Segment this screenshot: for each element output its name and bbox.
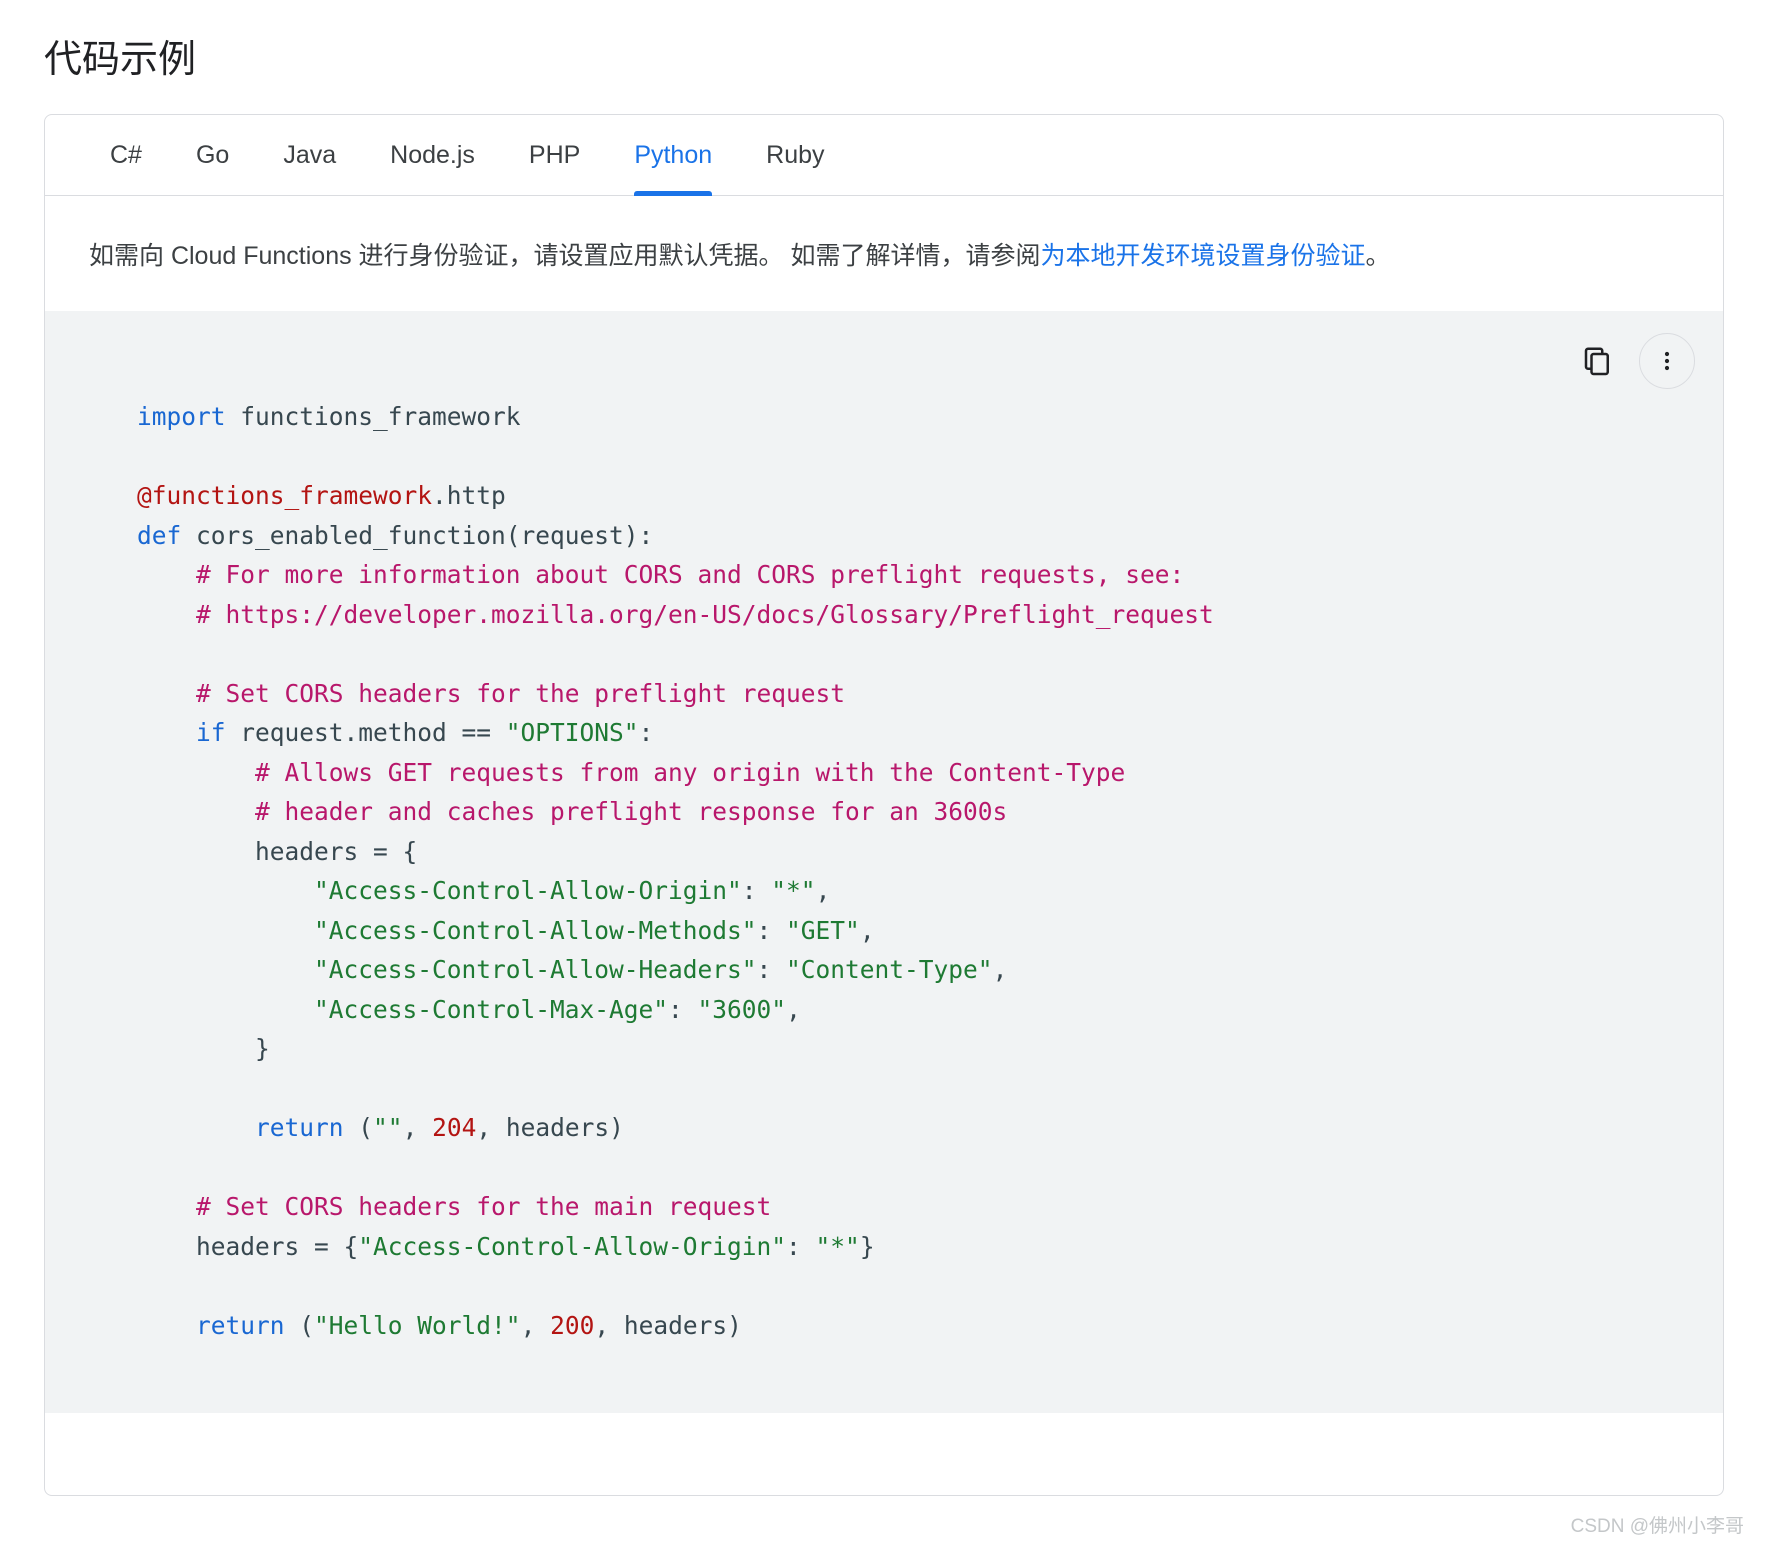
code-actions	[1569, 333, 1695, 389]
code-token: functions_framework	[225, 402, 521, 431]
code-token: request.method ==	[225, 718, 506, 747]
code-token: return	[255, 1113, 344, 1142]
tab-ruby[interactable]: Ruby	[739, 115, 851, 196]
language-tabs: C# Go Java Node.js PHP Python Ruby	[45, 115, 1723, 196]
code-token: ,	[859, 915, 875, 945]
code-token: # Set CORS headers for the main request	[137, 1192, 772, 1221]
code-token: "Access-Control-Max-Age"	[314, 994, 669, 1024]
page-title: 代码示例	[44, 39, 197, 82]
code-token: , headers)	[594, 1310, 742, 1340]
auth-description: 如需向 Cloud Functions 进行身份验证，请设置应用默认凭据。 如需…	[45, 196, 1723, 311]
code-token: "Access-Control-Allow-Headers"	[314, 955, 757, 984]
code-token: :	[638, 718, 654, 747]
description-text-before-link: 如需向 Cloud Functions 进行身份验证，请设置应用默认凭据。 如需…	[89, 242, 1041, 270]
code-token: "*"	[815, 1231, 860, 1261]
code-token: ,	[402, 1113, 433, 1142]
code-token: "OPTIONS"	[505, 718, 639, 747]
code-token: import	[137, 402, 226, 431]
code-block-container: import functions_framework @functions_fr…	[45, 311, 1723, 1413]
code-sample-page: 代码示例 C# Go Java Node.js PHP Python Ruby 如需向 Cl…	[0, 0, 1766, 1552]
code-token: :	[756, 955, 787, 984]
code-token: "*"	[771, 876, 816, 905]
code-token: :	[756, 915, 787, 945]
tab-go[interactable]: Go	[169, 115, 256, 196]
description-text-after-link: 。	[1365, 242, 1391, 270]
code-token: "Access-Control-Allow-Methods"	[314, 915, 757, 945]
tab-php[interactable]: PHP	[502, 115, 607, 196]
code-token: "Hello World!"	[314, 1310, 521, 1340]
tab-c-[interactable]: C#	[83, 115, 169, 196]
auth-setup-link[interactable]: 为本地开发环境设置身份验证	[1041, 242, 1366, 270]
code-token: .http	[432, 481, 506, 510]
code-token: headers = {	[137, 836, 418, 866]
code-token: headers = {	[137, 1231, 359, 1261]
code-sample-card: C# Go Java Node.js PHP Python Ruby 如需向 Cloud F…	[44, 114, 1724, 1496]
code-snippet[interactable]: import functions_framework @functions_fr…	[45, 397, 1723, 1345]
code-token: ,	[815, 876, 831, 905]
code-token: :	[786, 1231, 816, 1261]
copy-icon[interactable]	[1569, 333, 1625, 389]
code-token: # https://developer.mozilla.org/en-US/do…	[137, 599, 1214, 629]
code-token: # Allows GET requests from any origin wi…	[137, 757, 1126, 787]
code-token: 204	[432, 1113, 477, 1142]
tab-python[interactable]: Python	[607, 115, 739, 196]
code-token: ,	[520, 1310, 551, 1340]
code-token: cors_enabled_function(request):	[181, 520, 654, 550]
code-token: ""	[373, 1113, 403, 1142]
tab-node-js[interactable]: Node.js	[363, 115, 502, 196]
code-token: "3600"	[697, 994, 787, 1024]
more-vert-icon[interactable]	[1639, 333, 1695, 389]
code-token: return	[196, 1310, 285, 1340]
code-token: "Access-Control-Allow-Origin"	[314, 876, 742, 905]
code-token: }	[859, 1231, 875, 1261]
code-token: "Access-Control-Allow-Origin"	[358, 1231, 787, 1261]
tab-java[interactable]: Java	[256, 115, 363, 196]
code-token: }	[137, 1034, 270, 1063]
code-token: def	[137, 520, 182, 550]
code-token: ,	[786, 994, 801, 1024]
code-token: "Content-Type"	[786, 955, 993, 984]
code-token: :	[741, 876, 772, 905]
code-token: :	[668, 994, 698, 1024]
code-token: # Set CORS headers for the preflight req…	[137, 678, 846, 708]
code-token: (	[284, 1310, 315, 1340]
code-token: ,	[992, 955, 1008, 984]
code-token: if	[196, 718, 226, 747]
code-token: "GET"	[786, 915, 860, 945]
code-token: @functions_framework	[137, 481, 433, 510]
code-token: 200	[550, 1310, 595, 1340]
code-token: , headers)	[476, 1113, 624, 1142]
code-token: # header and caches preflight response f…	[137, 797, 1008, 826]
code-token: # For more information about CORS and CO…	[137, 560, 1185, 589]
watermark: CSDN @佛州小李哥	[1570, 1516, 1744, 1537]
code-token: (	[343, 1113, 374, 1142]
